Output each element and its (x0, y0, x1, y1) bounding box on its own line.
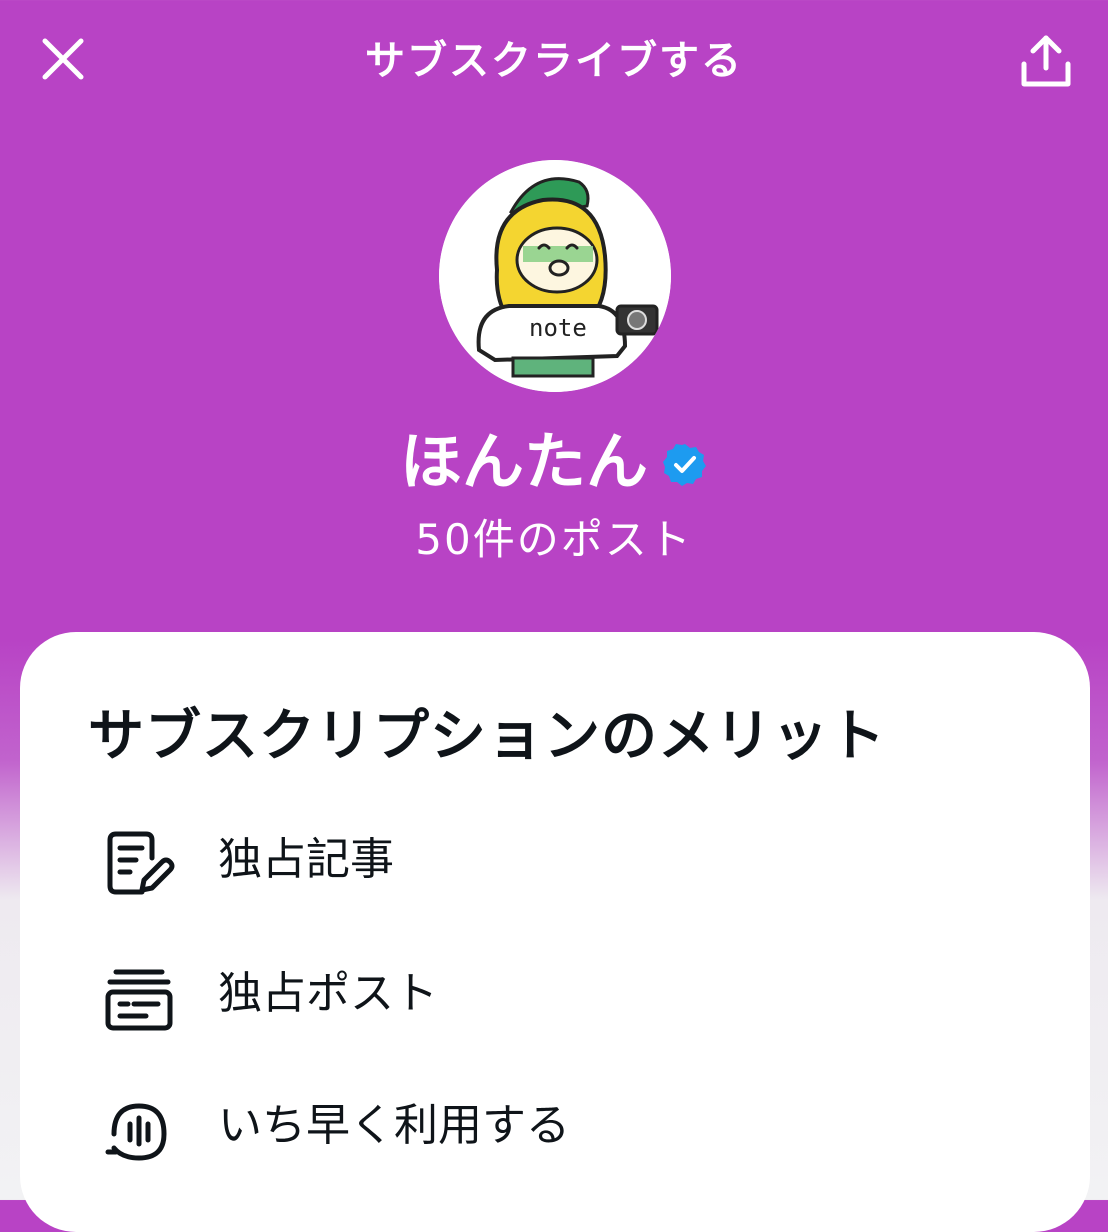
profile-name-row: ほんたん (0, 426, 1108, 498)
exclusive-post-icon (105, 969, 173, 1031)
benefit-item-early-access: いち早く利用する (102, 1086, 1002, 1166)
avatar[interactable]: note (439, 160, 671, 392)
benefit-label: 独占記事 (218, 834, 394, 885)
avatar-logo-text: note (529, 314, 587, 342)
article-edit-icon (107, 831, 175, 895)
benefit-label: いち早く利用する (218, 1100, 570, 1151)
page-title: サブスクライブする (365, 38, 743, 84)
benefit-label: 独占ポスト (218, 968, 438, 1019)
share-icon (1021, 35, 1071, 87)
header: サブスクライブする (0, 0, 1108, 120)
benefit-item-exclusive-articles: 独占記事 (102, 820, 1002, 900)
verified-badge-icon (663, 444, 706, 486)
share-button[interactable] (1014, 28, 1078, 92)
benefits-card: サブスクリプションのメリット 独占記事 独占ポスト いち早く利用する (20, 632, 1090, 1232)
profile-name[interactable]: ほんたん (400, 426, 648, 498)
post-count: 50件のポスト (415, 515, 693, 564)
mascot-avatar-image: note (439, 160, 671, 392)
early-access-icon (105, 1103, 167, 1161)
benefits-title: サブスクリプションのメリット (88, 704, 886, 769)
benefit-item-exclusive-posts: 独占ポスト (102, 954, 1002, 1034)
